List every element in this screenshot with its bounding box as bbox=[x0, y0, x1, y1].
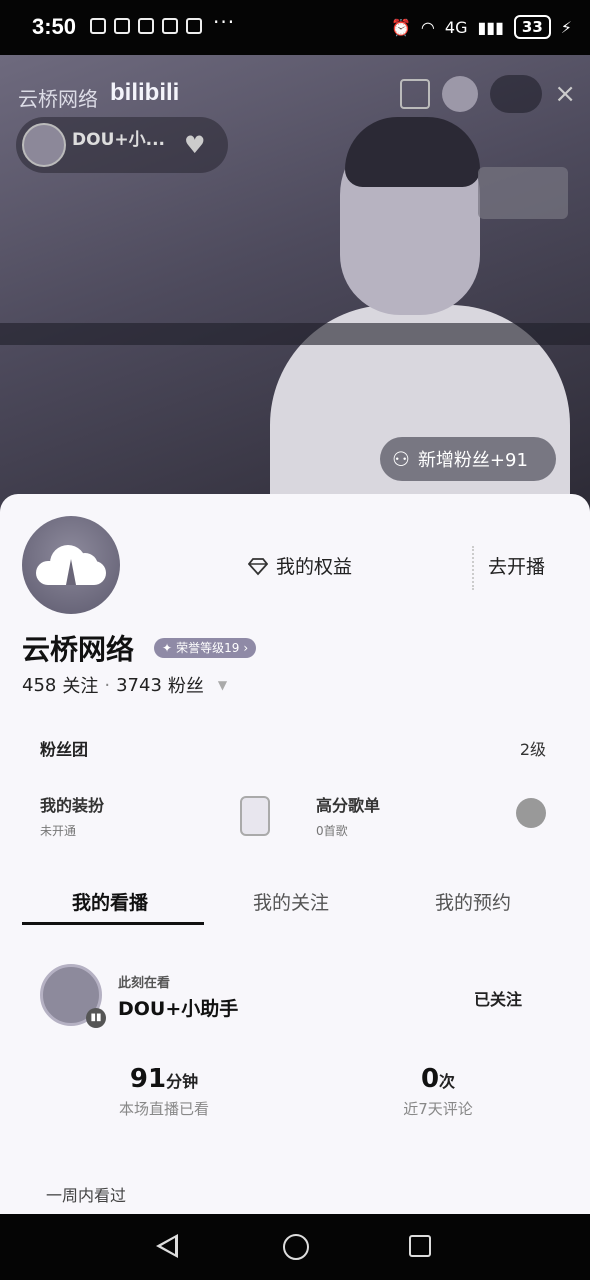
heart-icon[interactable]: ♥ bbox=[184, 131, 212, 159]
fans-label: 粉丝 bbox=[167, 676, 204, 697]
dressup-icon bbox=[240, 796, 270, 836]
notification-icon bbox=[114, 18, 130, 34]
close-icon[interactable]: × bbox=[554, 79, 576, 109]
metric-label: 近7天评论 bbox=[403, 1100, 473, 1118]
battery-indicator: 33 bbox=[513, 15, 551, 39]
notification-icon bbox=[90, 18, 106, 34]
gift-panel[interactable] bbox=[478, 167, 568, 219]
go-live-button[interactable]: 去开播 bbox=[488, 552, 545, 579]
comments-metric: 0次 近7天评论 bbox=[338, 1064, 538, 1119]
profile-avatar[interactable] bbox=[22, 516, 120, 614]
system-nav-bar bbox=[0, 1214, 590, 1280]
wifi-icon: ◠ bbox=[420, 17, 435, 37]
host-avatar[interactable] bbox=[22, 123, 66, 167]
alarm-icon: ⏰ bbox=[391, 17, 411, 37]
playlist-item[interactable]: 高分歌单 0首歌 bbox=[316, 792, 380, 839]
honor-label: 荣誉等级19 bbox=[176, 641, 240, 655]
follow-stats[interactable]: 458 关注 · 3743 粉丝 ▼ bbox=[22, 672, 227, 698]
new-fans-text: 新增粉丝+91 bbox=[417, 450, 528, 471]
fanclub-label[interactable]: 粉丝团 bbox=[40, 736, 88, 760]
charging-icon: ⚡ bbox=[560, 17, 572, 37]
back-icon[interactable] bbox=[156, 1234, 178, 1258]
people-icon: ⚇ bbox=[392, 447, 410, 471]
screen-icon[interactable] bbox=[400, 79, 431, 109]
tab-bar: 我的看播 我的关注 我的预约 bbox=[0, 880, 590, 926]
metric-value: 91 bbox=[129, 1064, 167, 1094]
following-count: 458 bbox=[22, 674, 57, 696]
metric-value: 0 bbox=[420, 1064, 440, 1094]
watermark-text: 云桥网络 bbox=[18, 87, 98, 111]
home-icon[interactable] bbox=[283, 1234, 309, 1260]
network-label: 4G bbox=[444, 17, 468, 37]
metric-unit: 分钟 bbox=[166, 1072, 199, 1091]
honor-icon: ✦ bbox=[162, 641, 173, 655]
profile-sheet: 我的权益 去开播 云桥网络 ✦ 荣誉等级19 › 458 关注 · 3743 粉… bbox=[0, 494, 590, 1214]
viewer-count[interactable] bbox=[490, 75, 543, 113]
fans-count: 3743 bbox=[116, 674, 162, 696]
watch-time-metric: 91分钟 本场直播已看 bbox=[64, 1064, 264, 1119]
notification-icon bbox=[186, 18, 202, 34]
status-bar: 3:50 ··· ⏰ ◠ 4G ▮▮▮ 33 ⚡ bbox=[0, 0, 590, 55]
diamond-icon bbox=[248, 557, 268, 575]
divider bbox=[472, 546, 474, 590]
new-fans-badge: ⚇ 新增粉丝+91 bbox=[380, 437, 556, 481]
chevron-down-icon[interactable]: ▼ bbox=[218, 678, 227, 692]
microphone-icon bbox=[516, 798, 546, 828]
more-notifications: ··· bbox=[213, 10, 236, 34]
live-badge-icon: ▮▮ bbox=[86, 1008, 106, 1028]
watching-status: 此刻在看 bbox=[118, 976, 171, 991]
top-right-controls: × bbox=[400, 75, 576, 113]
watching-name[interactable]: DOU+小助手 bbox=[118, 994, 238, 1021]
fanclub-level: 2级 bbox=[519, 740, 546, 759]
status-time: 3:50 bbox=[32, 14, 77, 39]
metric-label: 本场直播已看 bbox=[118, 1100, 209, 1118]
separator-dot: · bbox=[104, 674, 111, 696]
playlist-sub: 0首歌 bbox=[316, 824, 348, 838]
metric-unit: 次 bbox=[439, 1072, 456, 1091]
followed-button[interactable]: 已关注 bbox=[474, 986, 522, 1010]
feature-row: 我的装扮 未开通 高分歌单 0首歌 bbox=[0, 792, 590, 842]
live-video[interactable]: 云桥网络 bilibili DOU+小... ♥ × ⚇ 新增粉丝+91 bbox=[0, 55, 590, 515]
whiteboard-toolbar bbox=[0, 323, 590, 345]
dressup-sub: 未开通 bbox=[40, 824, 77, 838]
dressup-item[interactable]: 我的装扮 未开通 bbox=[40, 792, 104, 839]
notification-icons bbox=[90, 18, 202, 34]
rights-label: 我的权益 bbox=[276, 556, 353, 578]
notification-icon bbox=[162, 18, 178, 34]
tab-reservations[interactable]: 我的预约 bbox=[435, 888, 511, 915]
tab-watching[interactable]: 我的看播 bbox=[72, 888, 148, 915]
recent-apps-icon[interactable] bbox=[409, 1235, 431, 1257]
host-name: DOU+小... bbox=[72, 130, 165, 150]
viewer-avatar[interactable] bbox=[442, 76, 479, 112]
honor-level-badge[interactable]: ✦ 荣誉等级19 › bbox=[154, 638, 257, 658]
notification-icon bbox=[138, 18, 154, 34]
chevron-right-icon: › bbox=[243, 641, 249, 655]
host-info[interactable]: DOU+小... ♥ bbox=[16, 117, 228, 173]
cloud-logo-icon bbox=[36, 545, 106, 585]
following-label: 关注 bbox=[62, 676, 99, 697]
profile-name: 云桥网络 bbox=[22, 633, 135, 666]
signal-icon: ▮▮▮ bbox=[477, 17, 504, 37]
status-right: ⏰ ◠ 4G ▮▮▮ 33 ⚡ bbox=[391, 15, 572, 39]
dressup-title: 我的装扮 bbox=[40, 796, 105, 815]
rights-button[interactable]: 我的权益 bbox=[248, 552, 352, 579]
bilibili-logo: bilibili bbox=[110, 79, 180, 106]
streamer-hair bbox=[345, 117, 480, 187]
week-history-heading: 一周内看过 bbox=[46, 1186, 127, 1205]
tab-following[interactable]: 我的关注 bbox=[253, 888, 329, 915]
active-tab-indicator bbox=[22, 922, 204, 925]
playlist-title: 高分歌单 bbox=[316, 796, 381, 815]
